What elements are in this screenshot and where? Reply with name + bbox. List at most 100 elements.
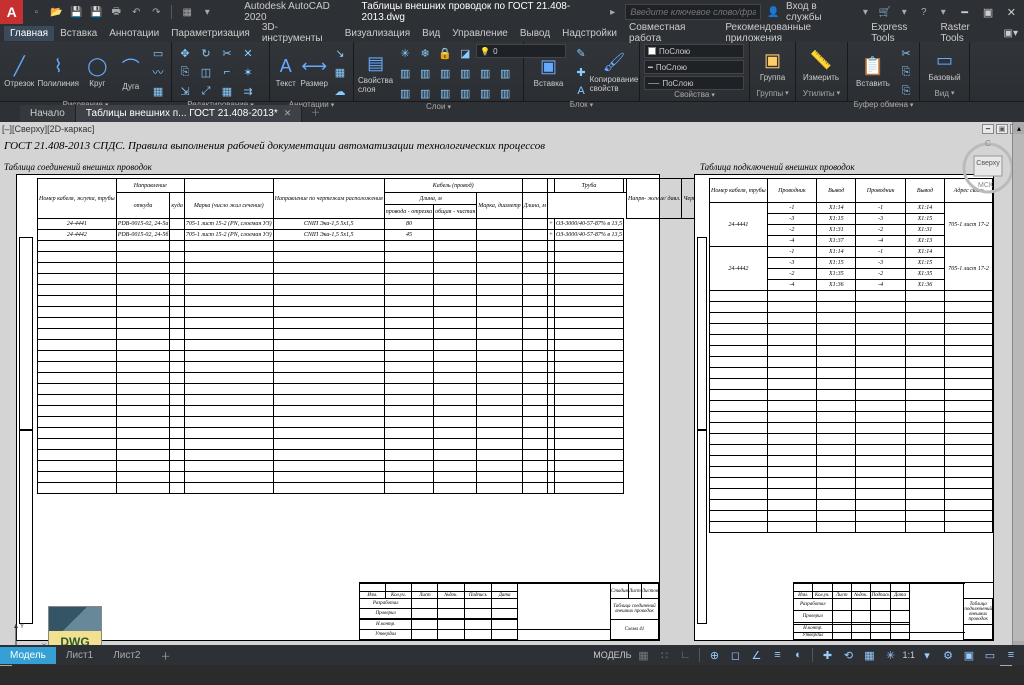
signin-dropdown-icon[interactable]: ▾ bbox=[859, 5, 872, 19]
vp-minimize-icon[interactable]: ━ bbox=[982, 124, 994, 134]
layer-icon[interactable]: ▥ bbox=[396, 64, 414, 82]
qat-dropdown-icon[interactable]: ▾ bbox=[200, 5, 214, 19]
tab-output[interactable]: Вывод bbox=[514, 26, 556, 41]
insert-button[interactable]: ▣Вставка bbox=[528, 51, 569, 93]
drawing-tab[interactable]: Таблицы внешних п... ГОСТ 21.408-2013*✕ bbox=[76, 105, 302, 122]
add-layout-button[interactable]: ＋ bbox=[151, 645, 181, 666]
start-tab[interactable]: Начало bbox=[20, 105, 76, 122]
lineweight-combo[interactable]: ━ ПоСлою bbox=[644, 60, 744, 74]
scrollbar-vertical[interactable]: ▴ ▾ bbox=[1012, 122, 1024, 653]
trim-icon[interactable]: ✂ bbox=[218, 44, 236, 62]
close-tab-icon[interactable]: ✕ bbox=[284, 108, 292, 119]
cycle-icon[interactable]: ⟲ bbox=[839, 646, 857, 664]
dyn-input-icon[interactable]: ✚ bbox=[818, 646, 836, 664]
paste-button[interactable]: 📋Вставить bbox=[852, 51, 894, 93]
help-icon[interactable]: ? bbox=[917, 5, 930, 19]
viewcube[interactable]: С Сверху МСК bbox=[960, 138, 1016, 194]
tab-manage[interactable]: Управление bbox=[446, 26, 514, 41]
open-icon[interactable]: 📂 bbox=[49, 5, 63, 19]
scale-label[interactable]: 1:1 bbox=[902, 650, 915, 660]
mirror-icon[interactable]: ◫ bbox=[197, 63, 215, 81]
snap-icon[interactable]: ∷ bbox=[655, 646, 673, 664]
layer-icon[interactable]: ▥ bbox=[456, 64, 474, 82]
layer-icon[interactable]: ▥ bbox=[416, 64, 434, 82]
cloud-icon[interactable]: ▾ bbox=[898, 5, 911, 19]
layer-icon[interactable]: ▥ bbox=[436, 64, 454, 82]
cut-icon[interactable]: ✂ bbox=[897, 44, 915, 62]
tab-visualize[interactable]: Визуализация bbox=[339, 26, 416, 41]
undo-icon[interactable]: ↶ bbox=[129, 5, 143, 19]
layer-icon[interactable]: ▥ bbox=[476, 84, 494, 102]
signin-icon[interactable]: 👤 bbox=[767, 5, 780, 19]
osnap-icon[interactable]: ◻ bbox=[726, 646, 744, 664]
polyline-button[interactable]: ⌇Полилиния bbox=[38, 51, 80, 93]
copy-icon[interactable]: ⎘ bbox=[176, 63, 194, 81]
circle-button[interactable]: ◯Круг bbox=[82, 51, 113, 93]
tab-annotate[interactable]: Аннотации bbox=[103, 26, 165, 41]
tab-addins[interactable]: Надстройки bbox=[556, 26, 623, 41]
transparency-icon[interactable]: ◐ bbox=[789, 646, 807, 664]
arc-button[interactable]: ⌒Дуга bbox=[116, 51, 147, 93]
customize-icon[interactable]: ≡ bbox=[1002, 646, 1020, 664]
layer-icon[interactable]: ▥ bbox=[476, 64, 494, 82]
search-input[interactable] bbox=[625, 4, 760, 20]
layer-freeze-icon[interactable]: ❄ bbox=[416, 44, 434, 62]
offset-icon[interactable]: ⇉ bbox=[239, 82, 257, 100]
layer-icon[interactable]: ▥ bbox=[456, 84, 474, 102]
fillet-icon[interactable]: ⌐ bbox=[218, 63, 236, 81]
layer-icon[interactable]: ▥ bbox=[416, 84, 434, 102]
model-button[interactable]: МОДЕЛЬ bbox=[593, 650, 631, 660]
saveas-icon[interactable]: 💾 bbox=[89, 5, 103, 19]
layer-icon[interactable]: ▥ bbox=[496, 84, 514, 102]
layer-icon[interactable]: ▥ bbox=[436, 84, 454, 102]
help-dropdown-icon[interactable]: ▾ bbox=[937, 5, 950, 19]
cloud-icon[interactable]: ☁ bbox=[331, 82, 349, 100]
clean-icon[interactable]: ▭ bbox=[981, 646, 999, 664]
layer-lock-icon[interactable]: 🔒 bbox=[436, 44, 454, 62]
new-icon[interactable]: ▫ bbox=[29, 5, 43, 19]
block-create-icon[interactable]: ✚ bbox=[572, 63, 590, 81]
layer-icon[interactable]: ▥ bbox=[396, 84, 414, 102]
minimize-button[interactable]: ━ bbox=[956, 3, 973, 21]
close-button[interactable]: ✕ bbox=[1003, 3, 1020, 21]
layer-icon[interactable]: ▥ bbox=[496, 64, 514, 82]
lwt-icon[interactable]: ≡ bbox=[768, 646, 786, 664]
layer-off-icon[interactable]: ✳ bbox=[396, 44, 414, 62]
vp-restore-icon[interactable]: ▣ bbox=[996, 124, 1008, 134]
block-edit-icon[interactable]: ✎ bbox=[572, 44, 590, 62]
linetype-combo[interactable]: ── ПоСлою bbox=[644, 76, 744, 90]
rotate-icon[interactable]: ↻ bbox=[197, 44, 215, 62]
scale-icon[interactable]: ⤢ bbox=[197, 82, 215, 100]
erase-icon[interactable]: ✕ bbox=[239, 44, 257, 62]
viewport-label[interactable]: [–][Сверху][2D-каркас] bbox=[2, 124, 94, 134]
leader-icon[interactable]: ↘ bbox=[331, 44, 349, 62]
block-attr-icon[interactable]: A bbox=[572, 82, 590, 100]
layout1-tab[interactable]: Лист1 bbox=[56, 647, 103, 664]
text-button[interactable]: AТекст bbox=[274, 51, 298, 93]
search-caret-icon[interactable]: ▸ bbox=[606, 5, 619, 19]
tab-view[interactable]: Вид bbox=[416, 26, 446, 41]
explode-icon[interactable]: ✶ bbox=[239, 63, 257, 81]
maximize-button[interactable]: ▣ bbox=[979, 3, 996, 21]
ribbon-expand-icon[interactable]: ▣▾ bbox=[998, 26, 1024, 41]
tab-insert[interactable]: Вставка bbox=[54, 26, 103, 41]
otrack-icon[interactable]: ∠ bbox=[747, 646, 765, 664]
layout2-tab[interactable]: Лист2 bbox=[103, 647, 150, 664]
array-icon[interactable]: ▦ bbox=[218, 82, 236, 100]
hatch-icon[interactable]: ▦ bbox=[149, 82, 167, 100]
ortho-icon[interactable]: ∟ bbox=[676, 646, 694, 664]
match-props-button[interactable]: 🖌Копирование свойств bbox=[593, 51, 635, 93]
redo-icon[interactable]: ↷ bbox=[149, 5, 163, 19]
share-icon[interactable]: ▦ bbox=[180, 5, 194, 19]
layer-props-button[interactable]: ▤Свойства слоя bbox=[358, 52, 393, 94]
annomon-icon[interactable]: ✳ bbox=[881, 646, 899, 664]
grid-icon[interactable]: ▦ bbox=[634, 646, 652, 664]
table-icon[interactable]: ▦ bbox=[331, 63, 349, 81]
tab-parametric[interactable]: Параметризация bbox=[165, 26, 256, 41]
plot-icon[interactable]: 🖶 bbox=[109, 5, 123, 19]
tab-home[interactable]: Главная bbox=[4, 26, 54, 41]
drawing-area[interactable]: [–][Сверху][2D-каркас] ━ ▣ ◻ ГОСТ 21.408… bbox=[0, 122, 1024, 665]
measure-button[interactable]: 📏Измерить bbox=[800, 45, 842, 87]
exchange-icon[interactable]: 🛒 bbox=[878, 5, 891, 19]
layer-iso-icon[interactable]: ◪ bbox=[456, 44, 474, 62]
